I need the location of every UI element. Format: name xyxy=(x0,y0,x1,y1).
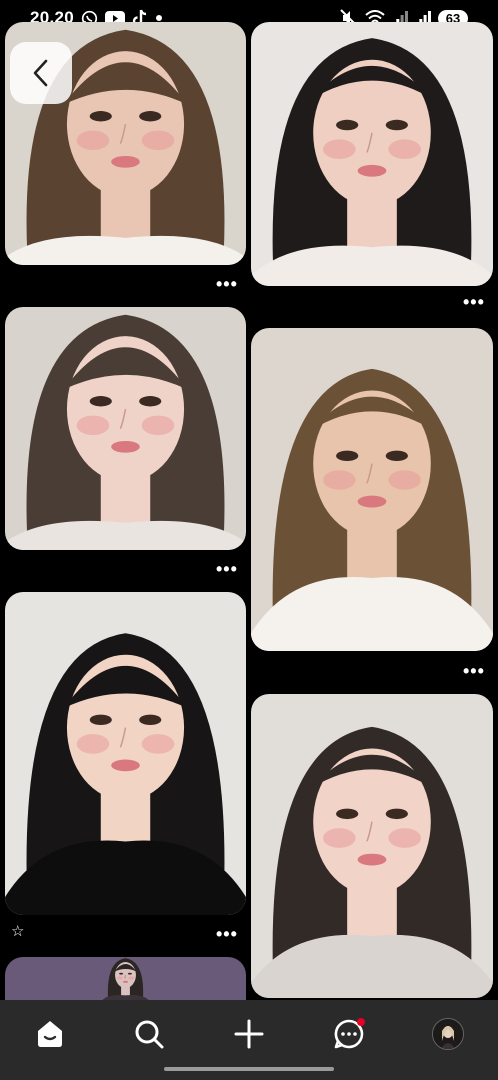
more-options-button[interactable]: ••• xyxy=(216,275,238,293)
more-options-button[interactable]: ••• xyxy=(216,560,238,578)
nav-create[interactable] xyxy=(229,1014,269,1054)
dot-icon xyxy=(155,14,163,22)
pin-image[interactable] xyxy=(5,592,246,915)
chevron-left-icon xyxy=(33,59,48,87)
pin-image[interactable] xyxy=(251,22,493,286)
more-options-button[interactable]: ••• xyxy=(216,925,238,943)
pin-image[interactable] xyxy=(5,957,246,1000)
nav-home[interactable] xyxy=(30,1014,70,1054)
pin-image[interactable] xyxy=(251,328,493,651)
nav-search[interactable] xyxy=(129,1014,169,1054)
nav-messages[interactable] xyxy=(329,1014,369,1054)
search-icon xyxy=(135,1020,164,1049)
back-button[interactable] xyxy=(10,42,72,104)
notification-dot xyxy=(356,1018,365,1026)
home-icon xyxy=(37,1021,62,1047)
star-icon: ☆ xyxy=(11,923,25,940)
nav-profile[interactable] xyxy=(428,1014,468,1054)
more-options-button[interactable]: ••• xyxy=(463,662,485,680)
pin-image[interactable] xyxy=(5,307,246,550)
home-indicator xyxy=(164,1067,334,1071)
profile-avatar xyxy=(432,1018,465,1050)
more-options-button[interactable]: ••• xyxy=(463,293,485,311)
create-icon xyxy=(234,1019,264,1049)
pin-image[interactable] xyxy=(251,694,493,998)
